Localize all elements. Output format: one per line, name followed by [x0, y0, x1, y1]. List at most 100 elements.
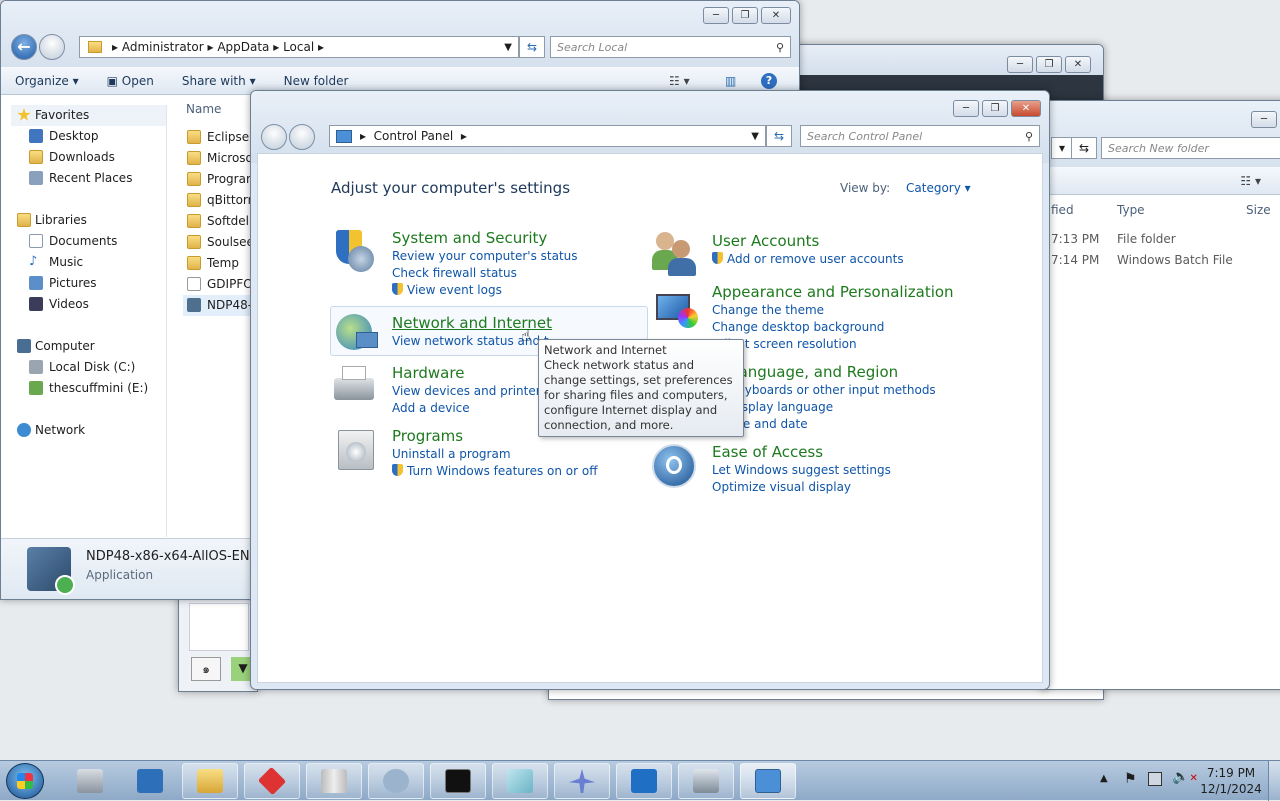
address-bar[interactable]: ▸ Administrator ▸ AppData ▸ Local ▸ ▼	[79, 36, 519, 58]
add-remove-users-link[interactable]: Add or remove user accounts	[727, 252, 904, 266]
nav-desktop[interactable]: Desktop	[11, 126, 166, 147]
nav-network[interactable]: Network	[11, 420, 166, 441]
minimize-button[interactable]: ─	[1007, 56, 1033, 73]
view-by-dropdown[interactable]: Category ▾	[906, 181, 971, 195]
list-item[interactable]: Microso	[183, 148, 251, 169]
nav-videos[interactable]: Videos	[11, 294, 166, 315]
clock-language-region-link[interactable]: k, Language, and Region	[712, 362, 1012, 382]
help-icon[interactable]: ?	[761, 72, 777, 89]
organize-button[interactable]: Organize ▾	[1, 74, 93, 88]
breadcrumb-control-panel[interactable]: Control Panel	[374, 129, 454, 143]
taskbar-blue-app[interactable]	[616, 763, 672, 799]
change-theme-link[interactable]: Change the theme	[712, 303, 824, 317]
change-background-link[interactable]: Change desktop background	[712, 320, 884, 334]
new-folder-button[interactable]: New folder	[270, 74, 363, 88]
change-keyboards-link[interactable]: ge keyboards or other input methods	[712, 383, 936, 397]
list-item[interactable]: Softdelu	[183, 211, 251, 232]
preview-pane-icon[interactable]: ▥	[725, 74, 736, 88]
forward-button[interactable]	[39, 34, 65, 60]
maximize-button[interactable]: ❐	[732, 7, 758, 24]
breadcrumb-local[interactable]: Local	[283, 40, 314, 54]
nav-downloads[interactable]: Downloads	[11, 147, 166, 168]
nav-music[interactable]: ♪ Music	[11, 252, 166, 273]
taskbar-plane-app[interactable]	[554, 763, 610, 799]
list-item[interactable]: qBittorre	[183, 190, 251, 211]
network-and-internet-link[interactable]: Network and Internet	[392, 313, 692, 333]
refresh-icon[interactable]: ⇆	[519, 36, 545, 58]
view-devices-link[interactable]: View devices and printers	[392, 384, 547, 398]
nav-thescuffmini[interactable]: thescuffmini (E:)	[11, 378, 166, 399]
view-options-icon[interactable]: ☷ ▾	[1240, 174, 1261, 188]
back-button[interactable]	[261, 124, 287, 150]
column-size[interactable]: Size	[1246, 203, 1271, 217]
check-firewall-link[interactable]: Check firewall status	[392, 266, 517, 280]
search-input[interactable]: Search Control Panel ⚲	[800, 125, 1040, 147]
network-tray-icon[interactable]	[1148, 772, 1162, 786]
clock[interactable]: 7:19 PM 12/1/2024	[1196, 765, 1266, 797]
back-button[interactable]: ←	[11, 34, 37, 60]
windows-features-link[interactable]: Turn Windows features on or off	[407, 464, 598, 478]
breadcrumb-administrator[interactable]: Administrator	[122, 40, 204, 54]
nav-documents[interactable]: Documents	[11, 231, 166, 252]
column-name-header[interactable]: Name	[186, 102, 221, 116]
system-and-security-link[interactable]: System and Security	[392, 228, 692, 248]
file-row[interactable]: 7:14 PM Windows Batch File	[1051, 253, 1280, 267]
column-date-modified[interactable]: fied	[1051, 203, 1074, 217]
snail-icon[interactable]: ๑	[191, 657, 221, 681]
nav-favorites[interactable]: Favorites	[11, 105, 166, 126]
column-type[interactable]: Type	[1117, 203, 1145, 217]
uninstall-program-link[interactable]: Uninstall a program	[392, 447, 511, 461]
minimize-button[interactable]: ─	[1251, 111, 1277, 128]
taskbar-file-explorer[interactable]	[182, 763, 238, 799]
taskbar-network-app[interactable]	[368, 763, 424, 799]
nav-pictures[interactable]: Pictures	[11, 273, 166, 294]
minimize-button[interactable]: ─	[703, 7, 729, 24]
ease-of-access-icon[interactable]	[652, 444, 698, 490]
taskbar-remote-app[interactable]	[678, 763, 734, 799]
show-desktop-button[interactable]	[1268, 761, 1280, 801]
minimize-button[interactable]: ─	[953, 100, 979, 117]
taskbar-notepad[interactable]	[492, 763, 548, 799]
list-item[interactable]: Soulseek	[183, 232, 251, 253]
taskbar-archive-app[interactable]	[306, 763, 362, 799]
nav-computer[interactable]: Computer	[11, 336, 166, 357]
appearance-personalization-link[interactable]: Appearance and Personalization	[712, 282, 1012, 302]
taskbar-server-manager[interactable]	[62, 763, 118, 799]
search-icon[interactable]: ⚲	[776, 41, 784, 54]
volume-muted-icon[interactable]: 🔈✕	[1172, 769, 1198, 785]
system-security-icon[interactable]	[330, 230, 376, 276]
taskbar-red-app[interactable]	[244, 763, 300, 799]
programs-icon[interactable]	[334, 428, 380, 474]
view-options-icon[interactable]: ☷ ▾	[669, 74, 690, 88]
maximize-button[interactable]: ❐	[982, 100, 1008, 117]
ease-of-access-link[interactable]: Ease of Access	[712, 442, 1012, 462]
address-bar[interactable]: ▸ Control Panel ▸ ▼	[329, 125, 766, 147]
breadcrumb-appdata[interactable]: AppData	[217, 40, 269, 54]
appearance-icon[interactable]	[654, 290, 700, 336]
close-button[interactable]: ✕	[1065, 56, 1091, 73]
search-input[interactable]: Search New folder	[1101, 137, 1280, 159]
show-hidden-icons[interactable]: ▲	[1100, 773, 1108, 784]
list-item[interactable]: GDIPFON	[183, 274, 251, 295]
forward-button[interactable]	[289, 124, 315, 150]
action-center-flag-icon[interactable]: ⚑	[1124, 771, 1137, 787]
list-item[interactable]: NDP48-x	[183, 295, 251, 316]
search-input[interactable]: Search Local ⚲	[550, 36, 791, 58]
view-event-logs-link[interactable]: View event logs	[407, 283, 502, 297]
close-button[interactable]: ✕	[1011, 100, 1041, 117]
chevron-down-icon[interactable]: ▼	[504, 42, 512, 53]
nav-libraries[interactable]: Libraries	[11, 210, 166, 231]
refresh-icon[interactable]: ⇆	[766, 125, 792, 147]
file-row[interactable]: 7:13 PM File folder	[1051, 232, 1280, 246]
search-icon[interactable]: ⚲	[1025, 130, 1033, 143]
optimize-display-link[interactable]: Optimize visual display	[712, 480, 851, 494]
refresh-icon[interactable]: ⇆	[1071, 137, 1097, 159]
list-item[interactable]: Program	[183, 169, 251, 190]
nav-recent-places[interactable]: Recent Places	[11, 168, 166, 189]
add-device-link[interactable]: Add a device	[392, 401, 470, 415]
user-accounts-icon[interactable]	[652, 230, 698, 276]
open-button[interactable]: ▣ Open	[93, 74, 168, 88]
list-item[interactable]: Temp	[183, 253, 251, 274]
nav-local-disk[interactable]: Local Disk (C:)	[11, 357, 166, 378]
hardware-printer-icon[interactable]	[332, 364, 378, 410]
